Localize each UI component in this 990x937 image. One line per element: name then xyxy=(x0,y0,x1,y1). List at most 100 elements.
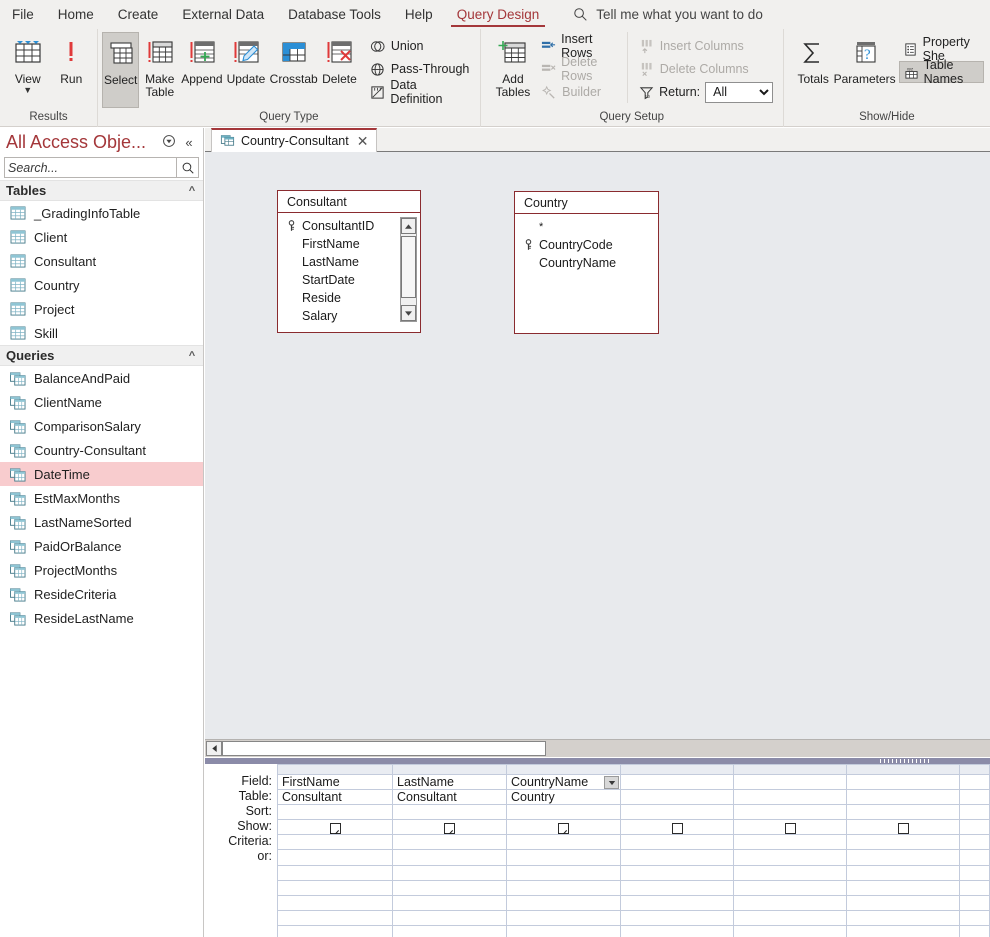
canvas-horizontal-scrollbar[interactable] xyxy=(205,740,990,757)
ribbon-tab-database-tools[interactable]: Database Tools xyxy=(276,0,393,29)
nav-item-balanceandpaid[interactable]: BalanceAndPaid xyxy=(0,366,203,390)
query-grid-cell-sort[interactable] xyxy=(620,804,735,821)
nav-group-queries[interactable]: Queries ^ xyxy=(0,345,203,366)
query-grid-cell-or[interactable] xyxy=(277,849,393,866)
query-grid-cell-criteria[interactable] xyxy=(506,834,622,851)
query-grid-empty-row[interactable] xyxy=(277,864,990,881)
view-button[interactable]: View ▼ xyxy=(8,32,48,95)
nav-item-datetime[interactable]: DateTime xyxy=(0,462,203,486)
query-grid-empty-cell[interactable] xyxy=(506,879,622,896)
field-row[interactable]: CountryName xyxy=(515,254,658,272)
query-grid-cell-criteria[interactable] xyxy=(846,834,961,851)
query-grid-row-field[interactable]: FirstName LastName CountryName xyxy=(277,773,990,791)
query-grid-empty-cell[interactable] xyxy=(277,864,393,881)
ribbon-tab-file[interactable]: File xyxy=(0,0,46,29)
nav-item-comparisonsalary[interactable]: ComparisonSalary xyxy=(0,414,203,438)
query-grid-empty-cell[interactable] xyxy=(733,864,848,881)
close-icon[interactable]: ✕ xyxy=(357,133,369,150)
ribbon-tab-create[interactable]: Create xyxy=(106,0,171,29)
show-checkbox-cell[interactable] xyxy=(391,819,508,836)
query-grid-row-table[interactable]: Consultant Consultant Country xyxy=(277,789,990,806)
show-checkbox-cell[interactable] xyxy=(620,819,735,836)
query-grid-cell-criteria[interactable] xyxy=(620,834,735,851)
checkbox-unchecked[interactable] xyxy=(784,822,796,834)
query-grid-cell-table[interactable]: Consultant xyxy=(391,789,508,806)
tell-me-box[interactable]: Tell me what you want to do xyxy=(573,7,763,22)
query-grid-empty-cell[interactable] xyxy=(391,909,508,926)
query-grid-empty-cell[interactable] xyxy=(959,894,990,911)
field-list-scrollbar[interactable] xyxy=(400,217,417,322)
query-grid-empty-cell[interactable] xyxy=(277,909,393,926)
query-grid-cell-criteria[interactable] xyxy=(391,834,508,851)
query-grid-cell-table[interactable] xyxy=(733,789,848,806)
nav-item-estmaxmonths[interactable]: EstMaxMonths xyxy=(0,486,203,510)
query-grid-cell-field[interactable] xyxy=(846,773,961,791)
column-header-selector[interactable] xyxy=(620,764,735,775)
query-grid-empty-row[interactable] xyxy=(277,894,990,911)
scroll-up-arrow-icon[interactable] xyxy=(401,218,416,234)
query-grid-cell-table[interactable] xyxy=(959,789,990,806)
column-header-selector[interactable] xyxy=(733,764,848,775)
column-header-selector[interactable] xyxy=(391,764,508,775)
make-table-button[interactable]: Make Table xyxy=(139,32,180,99)
query-grid-empty-cell[interactable] xyxy=(959,924,990,937)
query-grid-cell-sort[interactable] xyxy=(959,804,990,821)
query-grid-empty-cell[interactable] xyxy=(620,879,735,896)
nav-item-country[interactable]: Country xyxy=(0,273,203,297)
show-checkbox-cell[interactable] xyxy=(733,819,848,836)
query-grid-cell-table[interactable] xyxy=(846,789,961,806)
nav-item-residelastname[interactable]: ResideLastName xyxy=(0,606,203,630)
insert-rows-button[interactable]: Insert Rows xyxy=(537,32,625,60)
checkbox-unchecked[interactable] xyxy=(671,822,683,834)
query-grid-empty-cell[interactable] xyxy=(391,864,508,881)
query-grid-empty-row[interactable] xyxy=(277,924,990,937)
query-grid-empty-cell[interactable] xyxy=(846,894,961,911)
nav-group-tables[interactable]: Tables ^ xyxy=(0,180,203,201)
field-row[interactable]: FirstName xyxy=(278,235,420,253)
query-grid-empty-cell[interactable] xyxy=(277,924,393,937)
field-row[interactable]: LastName xyxy=(278,253,420,271)
query-grid-cell-field[interactable] xyxy=(959,773,990,791)
query-grid-cell-or[interactable] xyxy=(391,849,508,866)
query-grid-cell-or[interactable] xyxy=(959,849,990,866)
query-grid-table[interactable]: FirstName LastName CountryName Consultant Co… xyxy=(277,764,990,937)
query-grid-empty-cell[interactable] xyxy=(506,909,622,926)
query-grid-row-sort[interactable] xyxy=(277,804,990,821)
query-grid-cell-field[interactable]: FirstName xyxy=(277,773,393,791)
query-grid-cell-or[interactable] xyxy=(846,849,961,866)
scroll-left-arrow-icon[interactable] xyxy=(206,741,222,756)
query-design-grid[interactable]: Field: Table: Sort: Show: Criteria: or: … xyxy=(205,764,990,937)
query-grid-row-or[interactable] xyxy=(277,849,990,866)
nav-item-gradinginfotable[interactable]: _GradingInfoTable xyxy=(0,201,203,225)
ribbon-tab-home[interactable]: Home xyxy=(46,0,106,29)
property-sheet-button[interactable]: Property She xyxy=(899,35,984,63)
navigation-search[interactable] xyxy=(4,157,199,178)
document-tab-country-consultant[interactable]: Country-Consultant ✕ xyxy=(211,128,378,152)
query-grid-empty-cell[interactable] xyxy=(846,864,961,881)
query-grid-empty-cell[interactable] xyxy=(620,894,735,911)
query-grid-empty-cell[interactable] xyxy=(391,924,508,937)
field-row[interactable]: StartDate xyxy=(278,271,420,289)
ribbon-tab-help[interactable]: Help xyxy=(393,0,445,29)
crosstab-query-button[interactable]: Crosstab xyxy=(268,32,319,86)
double-chevron-left-icon[interactable]: « xyxy=(179,135,199,150)
nav-item-projectmonths[interactable]: ProjectMonths xyxy=(0,558,203,582)
query-grid-empty-cell[interactable] xyxy=(620,909,735,926)
totals-button[interactable]: Totals xyxy=(796,32,831,86)
query-grid-cell-sort[interactable] xyxy=(277,804,393,821)
pass-through-button[interactable]: Pass-Through xyxy=(366,58,474,80)
query-grid-cell-field[interactable] xyxy=(620,773,735,791)
field-row[interactable]: CountryCode xyxy=(515,236,658,254)
query-grid-empty-cell[interactable] xyxy=(506,864,622,881)
query-grid-cell-table[interactable]: Consultant xyxy=(277,789,393,806)
delete-query-button[interactable]: Delete xyxy=(319,32,360,86)
query-grid-cell-field[interactable]: LastName xyxy=(391,773,508,791)
ribbon-tab-query-design[interactable]: Query Design xyxy=(445,0,552,29)
horizontal-scrollbar-thumb[interactable] xyxy=(222,741,546,756)
union-button[interactable]: Union xyxy=(366,35,474,57)
chevron-up-icon[interactable]: ^ xyxy=(181,350,203,362)
return-control[interactable]: 10 Return: All525100 xyxy=(635,81,777,103)
data-definition-button[interactable]: Data Definition xyxy=(366,78,474,106)
chevron-circle-down-icon[interactable] xyxy=(159,134,179,151)
query-grid-cell-field[interactable] xyxy=(733,773,848,791)
